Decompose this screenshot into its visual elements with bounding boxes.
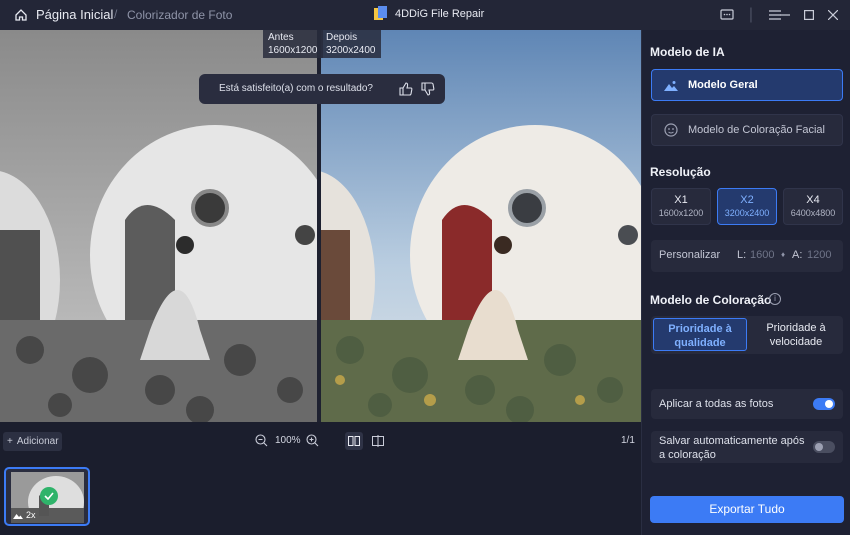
export-all-button[interactable]: Exportar Tudo — [650, 496, 844, 523]
home-link[interactable]: Página Inicial — [36, 7, 113, 22]
breadcrumb-separator: / — [114, 7, 118, 21]
feedback-popup: Está satisfeito(a) com o resultado? — [199, 74, 445, 104]
custom-width-input[interactable]: 1600 — [750, 249, 774, 261]
maximize-icon[interactable] — [800, 6, 818, 24]
auto-save-row: Salvar automaticamente após a coloração — [651, 431, 843, 463]
custom-resolution-row: Personalizar L: 1600 ♦ A: 1200 — [651, 240, 843, 272]
landscape-icon — [664, 80, 678, 91]
thumbs-down-icon[interactable] — [421, 82, 435, 96]
breadcrumb-current: Colorizador de Foto — [127, 8, 233, 22]
home-icon[interactable] — [14, 8, 28, 22]
app-title: 4DDiG File Repair — [395, 8, 485, 20]
page-count: 1/1 — [621, 435, 635, 446]
after-tag-size: 3200x2400 — [326, 45, 376, 56]
model-general-button[interactable]: Modelo Geral — [651, 69, 843, 101]
zoom-level: 100% — [275, 435, 301, 446]
model-face-label: Modelo de Coloração Facial — [688, 124, 825, 136]
before-tag-title: Antes — [268, 32, 294, 43]
titlebar-divider: | — [748, 6, 754, 23]
custom-height-label: A: — [792, 249, 803, 261]
after-tag-title: Depois — [326, 32, 358, 43]
toggle-knob — [815, 443, 823, 451]
split-view-icon — [348, 436, 360, 446]
ai-model-title: Modelo de IA — [650, 45, 725, 59]
landscape-icon — [13, 514, 23, 519]
auto-save-label: Salvar automaticamente após a coloração — [659, 435, 805, 461]
filmstrip: 2x — [0, 460, 641, 535]
zoom-out-icon[interactable] — [255, 434, 268, 447]
app-logo-icon — [374, 6, 387, 20]
resolution-title: Resolução — [650, 165, 711, 179]
resolution-x2-button[interactable]: X2 3200x2400 — [717, 188, 777, 225]
thumbs-up-icon[interactable] — [399, 82, 413, 96]
auto-save-toggle[interactable] — [813, 441, 835, 453]
add-label: Adicionar — [16, 436, 59, 447]
face-icon — [664, 123, 678, 137]
info-icon[interactable]: i — [769, 293, 781, 305]
toggle-knob — [825, 400, 833, 408]
done-check-icon — [40, 487, 58, 505]
custom-label: Personalizar — [659, 249, 721, 261]
settings-panel: Modelo de IA Modelo Geral Modelo de Colo… — [641, 30, 850, 535]
model-face-button[interactable]: Modelo de Coloração Facial — [651, 114, 843, 146]
custom-height-input[interactable]: 1200 — [807, 249, 831, 261]
resolution-x2-size: 3200x2400 — [724, 208, 770, 218]
priority-speed-button[interactable]: Prioridade à velocidade — [749, 318, 843, 351]
after-tag: Depois 3200x2400 — [321, 30, 381, 58]
apply-all-toggle[interactable] — [813, 398, 835, 410]
feedback-icon[interactable] — [718, 6, 736, 24]
coloring-title: Modelo de Coloração — [650, 293, 772, 307]
close-icon[interactable] — [824, 6, 842, 24]
resolution-x1-button[interactable]: X1 1600x1200 — [651, 188, 711, 225]
resolution-x1-size: 1600x1200 — [658, 208, 704, 218]
scale-label: 2x — [26, 510, 36, 520]
before-tag: Antes 1600x1200 — [263, 30, 323, 58]
compare-view-button[interactable] — [369, 432, 387, 450]
model-general-label: Modelo Geral — [688, 79, 758, 91]
custom-width-label: L: — [737, 249, 747, 261]
plus-icon: + — [7, 436, 13, 447]
resolution-x4-label: X4 — [806, 194, 820, 206]
image-canvas[interactable]: Antes 1600x1200 Depois 3200x2400 Está sa… — [0, 30, 641, 422]
coloring-options: Prioridade à qualidade Prioridade à velo… — [651, 316, 843, 354]
compare-view-icon — [372, 435, 384, 447]
priority-quality-button[interactable]: Prioridade à qualidade — [653, 318, 747, 351]
resolution-x2-label: X2 — [740, 194, 754, 206]
scale-badge: 2x — [13, 510, 36, 520]
split-view-button[interactable] — [345, 432, 363, 450]
before-tag-size: 1600x1200 — [268, 45, 318, 56]
link-ratio-icon[interactable]: ♦ — [781, 250, 785, 259]
add-button[interactable]: + Adicionar — [3, 432, 62, 451]
resolution-x4-button[interactable]: X4 6400x4800 — [783, 188, 843, 225]
resolution-x1-label: X1 — [674, 194, 688, 206]
apply-all-row: Aplicar a todas as fotos — [651, 389, 843, 419]
title-bar: Página Inicial / Colorizador de Foto 4DD… — [0, 0, 850, 30]
feedback-text: Está satisfeito(a) com o resultado? — [219, 83, 373, 94]
bottom-toolbar: + Adicionar 100% 1/1 — [0, 422, 641, 460]
resolution-x4-size: 6400x4800 — [790, 208, 836, 218]
apply-all-label: Aplicar a todas as fotos — [659, 398, 774, 410]
minimize-icon[interactable] — [776, 6, 794, 24]
zoom-in-icon[interactable] — [306, 434, 319, 447]
film-thumbnail[interactable]: 2x — [4, 467, 90, 526]
